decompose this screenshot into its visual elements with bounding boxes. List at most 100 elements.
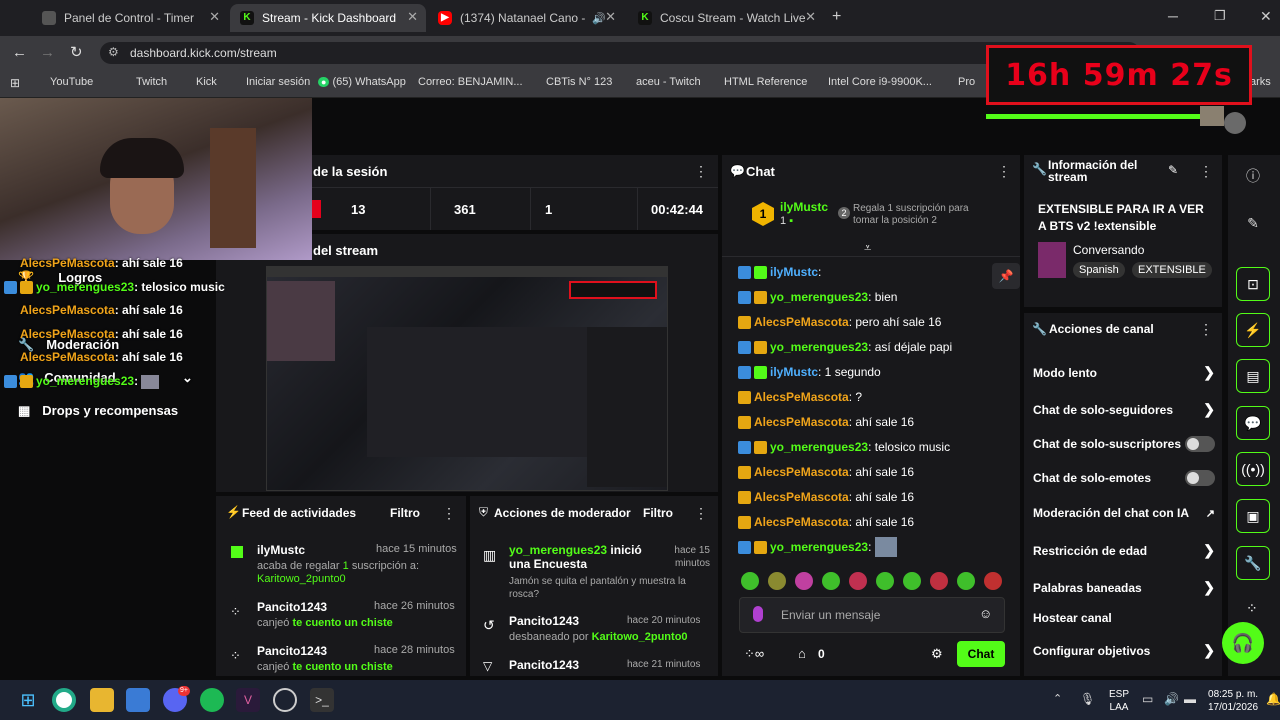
emote-icon[interactable] — [957, 572, 975, 590]
emote-icon[interactable] — [768, 572, 786, 590]
app-icon[interactable]: V — [236, 688, 260, 712]
terminal-icon[interactable]: >_ — [310, 688, 334, 712]
reload-icon[interactable]: ↻ — [70, 43, 83, 61]
tab-coscu-stream[interactable]: K Coscu Stream - Watch Live on ✕ — [628, 4, 824, 32]
mod-title: Acciones de moderador — [494, 506, 631, 520]
emote-icon[interactable] — [984, 572, 1002, 590]
tab-timer[interactable]: Panel de Control - Timer ✕ — [32, 4, 228, 32]
obs-icon[interactable] — [273, 688, 297, 712]
battery-icon[interactable]: ▬ — [1184, 692, 1196, 706]
bookmark-youtube[interactable]: YouTube — [50, 76, 93, 88]
emotes-only-toggle[interactable] — [1185, 470, 1215, 486]
set-goals-row[interactable]: Configurar objetivos ❯ — [1033, 642, 1215, 659]
monitor-icon[interactable]: ▭ — [1142, 692, 1153, 706]
photos-icon[interactable] — [126, 688, 150, 712]
chrome-icon[interactable] — [52, 688, 76, 712]
pencil-icon[interactable]: ✎ — [1236, 206, 1270, 240]
banned-words-row[interactable]: Palabras baneadas ❯ — [1033, 579, 1215, 596]
nodes-icon[interactable]: ⁘ — [1246, 600, 1258, 617]
bookmark-cbtis[interactable]: CBTis N° 123 — [546, 76, 612, 88]
volume-icon[interactable]: 🔊 — [1164, 692, 1179, 706]
ai-moderation-row[interactable]: Moderación del chat con IA ↗ — [1033, 506, 1215, 520]
store-icon[interactable]: ⌂ — [798, 646, 806, 661]
windows-start-icon[interactable]: ⊞ — [16, 688, 40, 712]
stream-preview-video[interactable] — [266, 266, 668, 491]
tab-youtube[interactable]: ▶(1374) Natanael Cano - Mo🔊✕ — [428, 4, 624, 32]
bookmark-pro[interactable]: Pro — [958, 76, 975, 88]
bookmark-all[interactable]: arks — [1250, 76, 1271, 88]
emote-icon[interactable] — [822, 572, 840, 590]
collapse-leaderboard-icon[interactable]: ⩡ — [864, 240, 871, 256]
bookmark-html-ref[interactable]: HTML Reference — [724, 76, 807, 88]
tray-chevron-icon[interactable]: ⌃ — [1053, 692, 1062, 705]
emote-icon[interactable] — [876, 572, 894, 590]
chat-icon[interactable]: 💬 — [1236, 406, 1270, 440]
mod-time: hace 15 minutos — [674, 545, 710, 569]
emoji-icon[interactable]: ☺ — [979, 606, 992, 621]
notification-icon[interactable]: 🔔 — [1266, 692, 1280, 706]
feed-filter-button[interactable]: Filtro — [390, 506, 420, 520]
subs-only-toggle[interactable] — [1185, 436, 1215, 452]
bookmark-kick[interactable]: Kick — [196, 76, 217, 88]
close-window-icon[interactable]: ✕ — [1260, 8, 1272, 25]
mod-filter-button[interactable]: Filtro — [643, 506, 673, 520]
info-icon[interactable]: ⓘ — [1236, 159, 1270, 193]
emote-icon[interactable] — [741, 572, 759, 590]
avatar[interactable] — [1224, 112, 1246, 134]
pin-icon[interactable]: 📌 — [992, 263, 1020, 289]
new-tab-icon[interactable]: + — [832, 8, 841, 26]
bookmark-login[interactable]: Iniciar sesión — [246, 76, 310, 88]
bookmark-mail[interactable]: Correo: BENJAMIN... — [418, 76, 523, 88]
bolt-icon[interactable]: ⚡ — [1236, 313, 1270, 347]
microphone-icon[interactable] — [753, 606, 763, 622]
bookmark-twitch[interactable]: Twitch — [136, 76, 167, 88]
spotify-icon[interactable] — [200, 688, 224, 712]
close-tab-icon[interactable]: ✕ — [407, 9, 418, 25]
file-explorer-icon[interactable] — [90, 688, 114, 712]
wrench-icon[interactable]: 🔧 — [1236, 546, 1270, 580]
apps-icon[interactable]: ⊞ — [10, 76, 20, 90]
broadcast-icon[interactable]: ((•)) — [1236, 452, 1270, 486]
screenshot-icon[interactable]: ⊡ — [1236, 267, 1270, 301]
tab-kick-dashboard[interactable]: K Stream - Kick Dashboard ✕ — [230, 4, 426, 32]
bookmark-intel[interactable]: Intel Core i9-9900K... — [828, 76, 932, 88]
stream-info-menu-icon[interactable]: ⋮ — [1199, 163, 1213, 180]
age-restriction-row[interactable]: Restricción de edad ❯ — [1033, 542, 1215, 559]
mod-detail: Jamón se quita el pantalón y muestra la … — [509, 576, 686, 600]
chat-menu-icon[interactable]: ⋮ — [997, 163, 1011, 180]
microphone-icon[interactable]: 🎙 — [1080, 692, 1095, 706]
session-menu-icon[interactable]: ⋮ — [694, 163, 708, 180]
send-chat-button[interactable]: Chat — [957, 641, 1005, 667]
followers-only-row[interactable]: Chat de solo-seguidores ❯ — [1033, 401, 1215, 418]
slow-mode-row[interactable]: Modo lento ❯ — [1033, 364, 1215, 381]
channel-actions-menu-icon[interactable]: ⋮ — [1199, 321, 1213, 338]
bookmark-whatsapp[interactable]: ● (65) WhatsApp — [318, 76, 406, 88]
notes-icon[interactable]: ▤ — [1236, 359, 1270, 393]
feed-menu-icon[interactable]: ⋮ — [442, 505, 456, 522]
nav-drops[interactable]: ▦ Drops y recompensas — [18, 403, 178, 419]
wrench-icon: 🔧 — [1032, 162, 1047, 176]
edit-icon[interactable]: ✎ — [1168, 163, 1178, 177]
site-info-icon[interactable]: ⚙ — [108, 45, 119, 59]
language-indicator[interactable]: ESP LAA — [1109, 688, 1129, 714]
emote-icon[interactable] — [795, 572, 813, 590]
maximize-icon[interactable]: ❐ — [1214, 8, 1226, 24]
emote-icon[interactable] — [930, 572, 948, 590]
emote-icon[interactable] — [849, 572, 867, 590]
bookmark-aceu[interactable]: aceu - Twitch — [636, 76, 701, 88]
top-gifter-name[interactable]: ilyMustc — [780, 200, 828, 214]
close-tab-icon[interactable]: ✕ — [209, 9, 220, 25]
emote-icon[interactable] — [903, 572, 921, 590]
close-tab-icon[interactable]: ✕ — [605, 9, 616, 25]
layout-icon[interactable]: ▣ — [1236, 499, 1270, 533]
gear-icon[interactable]: ⚙ — [931, 646, 943, 662]
clock[interactable]: 08:25 p. m. 17/01/2026 — [1208, 688, 1258, 714]
host-channel-row[interactable]: Hostear canal — [1033, 611, 1215, 625]
wrench-icon: 🔧 — [1032, 322, 1047, 336]
close-tab-icon[interactable]: ✕ — [805, 9, 816, 25]
mod-menu-icon[interactable]: ⋮ — [694, 505, 708, 522]
minimize-icon[interactable]: ─ — [1168, 8, 1178, 24]
support-headset-icon[interactable]: 🎧 — [1222, 622, 1264, 664]
back-icon[interactable]: ← — [12, 44, 27, 61]
forward-icon[interactable]: → — [40, 44, 55, 61]
